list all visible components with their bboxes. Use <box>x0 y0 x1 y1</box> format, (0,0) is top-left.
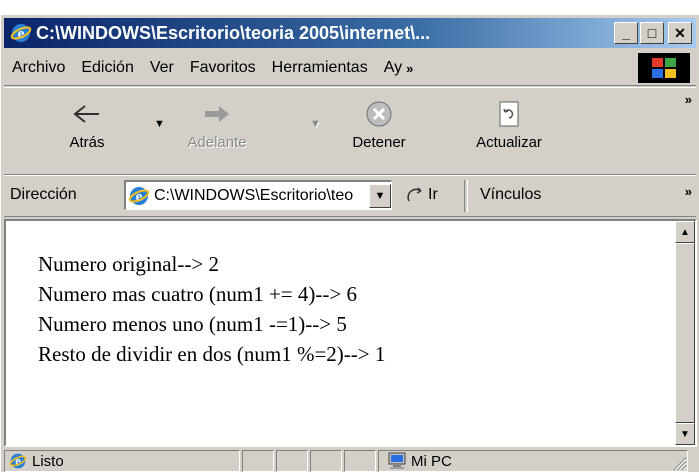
page-frame: Numero original--> 2 Numero mas cuatro (… <box>4 219 697 447</box>
scroll-thumb[interactable] <box>675 243 695 423</box>
minimize-icon: _ <box>622 25 630 41</box>
back-dropdown-icon[interactable]: ▼ <box>154 118 165 130</box>
scroll-up-button[interactable]: ▲ <box>675 221 695 243</box>
status-ie-icon: e <box>9 453 27 469</box>
status-panel-empty <box>310 450 342 472</box>
back-arrow-icon <box>73 105 99 123</box>
menu-bar: Archivo Edición Ver Favoritos Herramient… <box>4 51 696 86</box>
status-panel-empty <box>344 450 376 472</box>
menu-favoritos[interactable]: Favoritos <box>182 59 264 77</box>
stop-icon <box>366 101 392 127</box>
status-text-panel: e Listo <box>4 450 240 472</box>
address-input[interactable]: e C:\WINDOWS\Escritorio\teo ▼ <box>124 180 392 210</box>
scroll-up-arrow-icon: ▲ <box>680 226 690 238</box>
status-bar: e Listo Mi PC <box>4 450 696 472</box>
standard-toolbar: Atrás ▼ Adelante ▼ Detener Actualizar » <box>4 87 696 175</box>
scroll-down-arrow-icon: ▼ <box>680 428 690 440</box>
page-content: Numero original--> 2 Numero mas cuatro (… <box>6 221 675 445</box>
status-zone-text: Mi PC <box>411 452 452 470</box>
address-dropdown-button[interactable]: ▼ <box>369 183 391 208</box>
browser-window: e C:\WINDOWS\Escritorio\teoria 2005\inte… <box>0 14 699 472</box>
stop-button[interactable]: Detener <box>334 94 424 151</box>
menu-ayuda[interactable]: Ay <box>376 59 410 77</box>
refresh-label: Actualizar <box>476 134 542 151</box>
forward-dropdown-icon[interactable]: ▼ <box>310 118 321 130</box>
menu-edicion[interactable]: Edición <box>73 59 141 77</box>
minimize-button[interactable]: _ <box>614 22 638 44</box>
ie-logo-icon: e <box>10 24 32 42</box>
status-text: Listo <box>32 452 64 470</box>
links-button[interactable]: Vínculos <box>480 186 541 204</box>
status-panel-empty <box>242 450 274 472</box>
vertical-scrollbar[interactable]: ▲ ▼ <box>675 221 695 445</box>
back-label: Atrás <box>69 134 105 151</box>
toolbar-overflow-chevron-icon[interactable]: » <box>685 92 692 107</box>
close-icon: ✕ <box>674 25 686 41</box>
address-separator <box>464 180 468 212</box>
scroll-down-button[interactable]: ▼ <box>675 423 695 445</box>
forward-arrow-icon <box>205 106 229 122</box>
menu-archivo[interactable]: Archivo <box>4 59 73 77</box>
menu-ver[interactable]: Ver <box>142 59 182 77</box>
output-line: Numero mas cuatro (num1 += 4)--> 6 <box>38 282 357 306</box>
window-title: C:\WINDOWS\Escritorio\teoria 2005\intern… <box>36 22 431 43</box>
windows-flag-icon <box>652 58 676 78</box>
status-panel-empty <box>276 450 308 472</box>
output-line: Resto de dividir en dos (num1 %=2)--> 1 <box>38 342 386 366</box>
go-button[interactable]: Ir <box>406 186 438 204</box>
maximize-icon: □ <box>647 25 657 41</box>
forward-label: Adelante <box>187 134 247 151</box>
forward-button[interactable]: Adelante <box>172 94 262 151</box>
output-line: Numero menos uno (num1 -=1)--> 5 <box>38 312 347 336</box>
back-button[interactable]: Atrás <box>52 94 122 151</box>
page-ie-icon: e <box>128 186 150 205</box>
stop-label: Detener <box>352 134 406 151</box>
output-line: Numero original--> 2 <box>38 252 219 276</box>
refresh-button[interactable]: Actualizar <box>454 94 564 151</box>
links-overflow-chevron-icon[interactable]: » <box>685 184 692 199</box>
close-button[interactable]: ✕ <box>668 22 692 44</box>
address-bar: Dirección e C:\WINDOWS\Escritorio\teo ▼ … <box>4 175 696 217</box>
resize-grip-icon[interactable] <box>671 455 687 471</box>
maximize-button[interactable]: □ <box>640 22 664 44</box>
address-value: C:\WINDOWS\Escritorio\teo <box>154 186 354 204</box>
title-bar[interactable]: e C:\WINDOWS\Escritorio\teoria 2005\inte… <box>4 18 696 48</box>
dropdown-arrow-icon: ▼ <box>374 189 386 202</box>
menu-herramientas[interactable]: Herramientas <box>264 59 376 77</box>
refresh-icon <box>499 101 519 127</box>
address-label: Dirección <box>10 186 77 203</box>
go-arrow-icon <box>407 187 422 202</box>
my-computer-icon <box>388 452 406 469</box>
windows-logo-icon <box>638 53 690 83</box>
menu-overflow-chevron-icon[interactable]: » <box>406 61 413 76</box>
go-label: Ir <box>428 186 438 203</box>
status-zone-panel: Mi PC <box>378 450 688 472</box>
